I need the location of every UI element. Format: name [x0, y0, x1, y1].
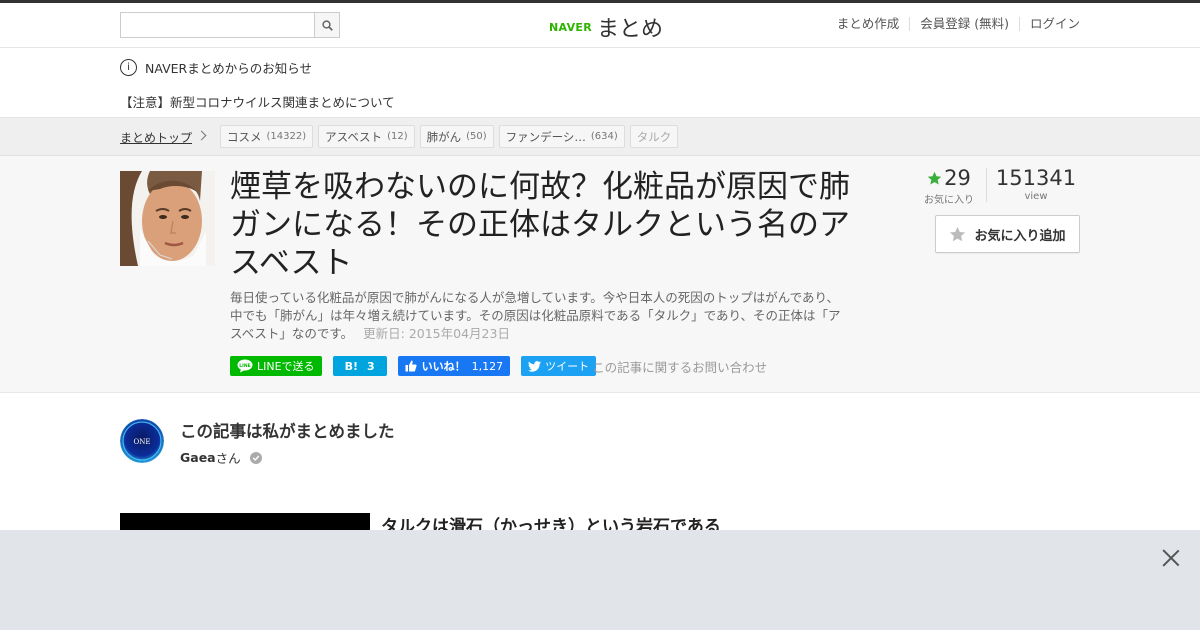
tag-count: (14322)	[266, 131, 307, 142]
hatena-bookmark-button[interactable]: B! 3	[332, 356, 387, 376]
face-image	[120, 171, 215, 266]
avatar-text: ONE	[134, 438, 151, 446]
tag-list: コスメ (14322) アスベスト (12) 肺がん (50) ファンデーシ… (634…	[220, 125, 683, 148]
tag-label: コスメ	[227, 129, 262, 144]
article-thumbnail[interactable]	[120, 171, 215, 266]
search-icon	[321, 19, 333, 31]
logo-brand: NAVER	[549, 20, 592, 34]
tag-count: (12)	[387, 131, 408, 142]
logo-product: まとめ	[596, 17, 663, 42]
views-label: view	[1024, 191, 1048, 202]
favorites-count-row: 29	[920, 166, 978, 190]
breadcrumb: まとめトップ コスメ (14322) アスベスト (12) 肺がん (50) ファンデ…	[0, 118, 1200, 156]
notice-title: NAVERまとめからのお知らせ	[145, 61, 312, 76]
share-bar: LINE LINEで送る B! 3 いいね！ 1,127 ツイート この記事に関…	[230, 356, 767, 376]
breadcrumb-top-link[interactable]: まとめトップ	[120, 129, 192, 146]
tag-label: タルク	[636, 129, 672, 144]
favorites-stat: 29 お気に入り	[920, 166, 978, 206]
search-box	[120, 12, 340, 38]
tag-cosme[interactable]: コスメ (14322)	[220, 125, 314, 148]
thumbs-up-icon	[405, 360, 417, 372]
contact-link[interactable]: この記事に関するお問い合わせ	[592, 357, 767, 376]
register-link[interactable]: 会員登録 (無料)	[909, 17, 1019, 31]
author-suffix: さん	[215, 451, 241, 466]
hatena-icon: B!	[344, 359, 358, 373]
info-icon: i	[120, 59, 137, 76]
favorites-label: お気に入り	[924, 195, 974, 206]
svg-text:LINE: LINE	[239, 363, 250, 369]
tag-count: (50)	[466, 131, 487, 142]
facebook-like-label: いいね！	[421, 360, 466, 373]
avatar-image: ONE	[120, 419, 164, 463]
description-text: 毎日使っている化粧品が原因で肺がんになる人が急増しています。今や日本人の死因のト…	[230, 290, 841, 341]
create-matome-link[interactable]: まとめ作成	[827, 17, 910, 31]
ad-overlay	[0, 530, 1200, 630]
add-favorite-label: お気に入り追加	[974, 228, 1066, 244]
stats-divider	[986, 168, 987, 202]
tag-label: アスベスト	[325, 129, 383, 144]
twitter-bird-icon	[528, 360, 542, 372]
star-outline-icon	[950, 226, 966, 241]
notice-link[interactable]: 【注意】新型コロナウイルス関連まとめについて	[120, 92, 395, 111]
tweet-button[interactable]: ツイート	[521, 356, 597, 376]
line-share-label: LINEで送る	[257, 360, 315, 373]
notice-heading: i NAVERまとめからのお知らせ	[120, 58, 312, 77]
article-description: 毎日使っている化粧品が原因で肺がんになる人が急増しています。今や日本人の死因のト…	[230, 289, 845, 343]
facebook-like-count: 1,127	[471, 359, 504, 373]
updated-date: 更新日: 2015年04月23日	[363, 326, 510, 341]
facebook-like-button[interactable]: いいね！ 1,127	[397, 356, 511, 376]
line-icon: LINE	[237, 359, 253, 373]
search-input[interactable]	[121, 13, 315, 37]
avatar[interactable]: ONE	[120, 419, 164, 463]
favorites-count: 29	[944, 166, 971, 190]
author-heading: この記事は私がまとめました	[180, 422, 395, 441]
tweet-label: ツイート	[545, 360, 590, 373]
tag-asbestos[interactable]: アスベスト (12)	[318, 125, 415, 148]
views-stat: 151341 view	[992, 166, 1080, 202]
author-name[interactable]: Gaea	[180, 450, 216, 465]
tag-foundation[interactable]: ファンデーシ… (634)	[498, 125, 625, 148]
tag-lung-cancer[interactable]: 肺がん (50)	[419, 125, 494, 148]
notice-area: i NAVERまとめからのお知らせ 【注意】新型コロナウイルス関連まとめについて	[0, 48, 1200, 118]
star-icon	[927, 171, 942, 184]
site-header: NAVER まとめ まとめ作成 会員登録 (無料) ログイン	[0, 3, 1200, 48]
tag-count: (634)	[590, 131, 618, 142]
site-logo[interactable]: NAVER まとめ	[549, 11, 663, 43]
views-count: 151341	[995, 166, 1077, 190]
tag-label: 肺がん	[426, 129, 462, 144]
line-share-button[interactable]: LINE LINEで送る	[230, 356, 322, 376]
chevron-right-icon	[196, 130, 207, 141]
close-icon[interactable]	[1162, 549, 1180, 567]
header-nav: まとめ作成 会員登録 (無料) ログイン	[827, 17, 1080, 31]
article-header: 煙草を吸わないのに何故？化粧品が原因で肺ガンになる！その正体はタルクという名のア…	[0, 156, 1200, 393]
author-name-row: Gaea さん	[180, 448, 262, 467]
login-link[interactable]: ログイン	[1018, 17, 1080, 31]
verified-check-icon	[249, 451, 262, 464]
hatena-count: 3	[366, 359, 375, 373]
article-title: 煙草を吸わないのに何故？化粧品が原因で肺ガンになる！その正体はタルクという名のア…	[230, 169, 850, 281]
tag-talc-current: タルク	[629, 125, 679, 148]
add-favorite-button[interactable]: お気に入り追加	[935, 215, 1080, 253]
search-button[interactable]	[314, 13, 339, 37]
tag-label: ファンデーシ…	[505, 129, 586, 144]
